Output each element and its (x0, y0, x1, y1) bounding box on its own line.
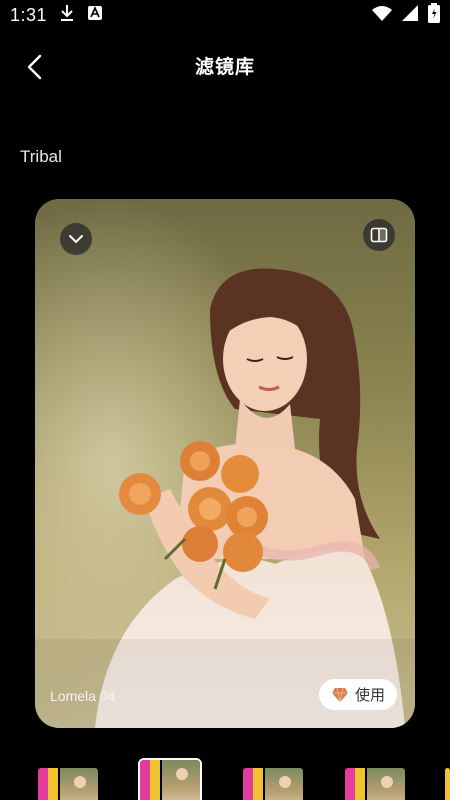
filter-thumbnail-selected[interactable] (138, 758, 202, 800)
compare-button[interactable] (363, 219, 395, 251)
filter-thumbnail[interactable] (445, 768, 450, 800)
filter-library-screen: 1:31 滤镜库 Tribal Lomela 04 使用 (0, 0, 450, 800)
collapse-button[interactable] (60, 223, 92, 255)
status-left: 1:31 (10, 4, 103, 27)
filter-category-label: Tribal (20, 147, 62, 166)
filter-thumbnail[interactable] (243, 768, 303, 800)
preview-photo (35, 199, 415, 728)
status-time: 1:31 (10, 4, 48, 25)
filter-thumbnail[interactable] (38, 768, 98, 800)
filter-preview-card: Lomela 04 使用 (35, 199, 415, 728)
chevron-down-icon (69, 235, 83, 244)
status-right (372, 2, 440, 28)
filter-name: Lomela 04 (50, 688, 116, 704)
download-icon (59, 4, 75, 27)
page-title: 滤镜库 (194, 57, 255, 78)
battery-icon (428, 2, 440, 28)
diamond-icon (331, 687, 348, 702)
wifi-icon (372, 5, 392, 26)
header: 滤镜库 (0, 40, 450, 90)
a-badge-icon (87, 5, 103, 26)
filter-thumbnail-strip (0, 758, 450, 800)
use-filter-button[interactable]: 使用 (319, 679, 397, 710)
compare-icon (370, 227, 388, 243)
status-bar: 1:31 (0, 0, 450, 30)
use-button-label: 使用 (354, 687, 385, 704)
filter-thumbnail[interactable] (345, 768, 405, 800)
signal-icon (402, 4, 418, 26)
